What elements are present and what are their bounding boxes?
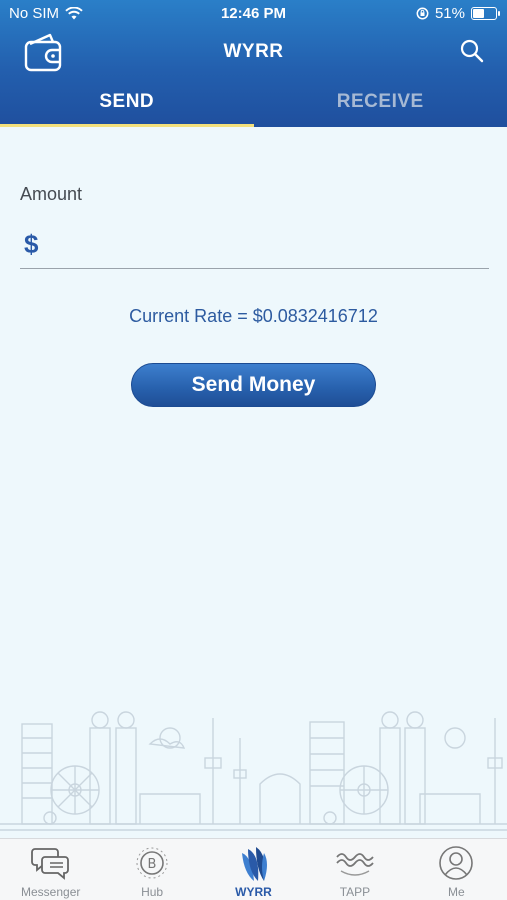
active-tab-indicator	[0, 124, 254, 127]
svg-text:B: B	[148, 857, 157, 872]
send-receive-tabs: SEND RECEIVE	[0, 80, 507, 127]
nav-label-tapp: TAPP	[339, 885, 371, 899]
city-skyline-illustration	[0, 711, 507, 831]
profile-icon	[439, 846, 474, 880]
current-rate-text: Current Rate = $0.0832416712	[129, 306, 378, 326]
nav-label-messenger: Messenger	[21, 885, 81, 899]
nav-item-me[interactable]: Me	[406, 839, 507, 900]
page-title: WYRR	[223, 41, 284, 62]
tab-send[interactable]: SEND	[0, 80, 254, 127]
status-bar: No SIM 12:46 PM 51%	[0, 0, 507, 28]
bottom-tab-bar: Messenger B Hub WYRR TAPP Me	[0, 838, 507, 900]
app-header: No SIM 12:46 PM 51% WYRR SEND RECEIVE	[0, 0, 507, 127]
status-right: 51%	[416, 5, 500, 22]
send-screen: No SIM 12:46 PM 51% WYRR SEND RECEIVE Am…	[0, 0, 507, 900]
nav-item-messenger[interactable]: Messenger	[0, 839, 101, 900]
nav-label-wyrr: WYRR	[235, 885, 272, 899]
search-icon[interactable]	[459, 38, 485, 64]
nav-label-me: Me	[447, 885, 465, 899]
orientation-lock-icon	[416, 7, 429, 20]
battery-fill	[473, 9, 484, 18]
tab-receive-label: RECEIVE	[336, 91, 424, 112]
amount-field: $	[20, 226, 489, 269]
amount-input[interactable]	[56, 228, 480, 264]
tapp-wave-icon	[336, 853, 374, 876]
battery-percent: 51%	[434, 5, 465, 22]
nav-item-hub[interactable]: B Hub	[101, 839, 202, 900]
bitcoin-hub-icon: B	[136, 847, 168, 879]
tab-send-label: SEND	[99, 91, 155, 112]
nav-item-wyrr[interactable]: WYRR	[203, 839, 304, 900]
amount-label: Amount	[20, 184, 83, 204]
tab-receive[interactable]: RECEIVE	[254, 80, 507, 127]
nav-item-tapp[interactable]: TAPP	[304, 839, 405, 900]
wyrr-logo-icon	[241, 847, 267, 881]
nav-bar: WYRR	[0, 28, 507, 78]
send-money-button[interactable]: Send Money	[131, 363, 376, 407]
currency-symbol: $	[24, 229, 39, 259]
nav-label-hub: Hub	[141, 885, 164, 899]
battery-icon	[471, 7, 500, 20]
messenger-icon	[30, 848, 69, 880]
